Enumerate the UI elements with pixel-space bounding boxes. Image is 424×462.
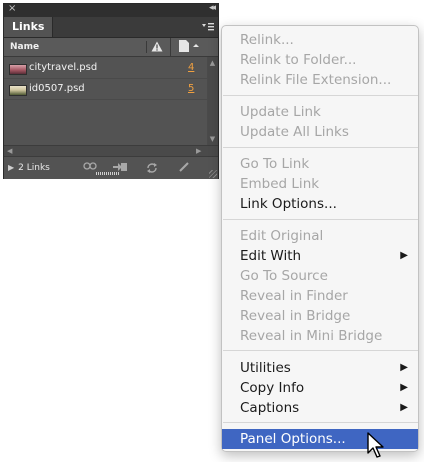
mouse-pointer-icon [367,432,384,458]
menu-item-relink[interactable]: Relink... [222,30,418,50]
page-number-link[interactable]: 5 [188,79,194,99]
menu-item-copy-info[interactable]: Copy Info ▶ [222,378,418,398]
menu-item-label: Edit With [240,248,302,264]
link-name: id0507.psd [29,83,85,94]
panel-context-menu: Relink... Relink to Folder... Relink Fil… [221,25,419,452]
menu-item-relink-file-extension[interactable]: Relink File Extension... [222,70,418,90]
panel-tab-strip: Links [4,17,218,38]
menu-item-utilities[interactable]: Utilities ▶ [222,358,418,378]
submenu-arrow-icon: ▶ [400,402,408,413]
menu-item-edit-original[interactable]: Edit Original [222,226,418,246]
menu-item-relink-to-folder[interactable]: Relink to Folder... [222,50,418,70]
close-panel-button[interactable]: × [8,3,16,14]
resize-grip-icon[interactable] [209,170,217,178]
menu-item-edit-with[interactable]: Edit With ▶ [222,246,418,266]
tab-links[interactable]: Links [4,17,54,37]
menu-item-embed-link[interactable]: Embed Link [222,174,418,194]
column-header: Name [4,38,218,57]
menu-separator [223,350,418,351]
scroll-down-arrow-icon[interactable]: ▼ [208,135,217,143]
page-number-link[interactable]: 4 [188,58,194,78]
edit-original-pencil-icon[interactable] [176,161,192,175]
warning-icon[interactable] [146,41,167,53]
menu-item-reveal-in-finder[interactable]: Reveal in Finder [222,286,418,306]
menu-item-label: Copy Info [240,380,305,396]
vertical-scrollbar[interactable]: ▲ ▼ [207,57,218,145]
link-count[interactable]: ▶ 2 Links [8,157,50,179]
menu-item-panel-options[interactable]: Panel Options... [222,429,418,449]
disclosure-triangle-icon[interactable]: ▶ [8,163,14,172]
panel-menu-icon[interactable] [201,21,215,33]
column-name-label[interactable]: Name [10,38,39,56]
menu-separator [223,95,418,96]
link-name: citytravel.psd [29,62,98,73]
submenu-arrow-icon: ▶ [400,362,408,373]
menu-item-link-options[interactable]: Link Options... [222,194,418,214]
menu-separator [223,219,418,220]
menu-item-captions[interactable]: Captions ▶ [222,398,418,418]
panel-title-bar: × ◂◂ [4,3,218,17]
links-list: citytravel.psd 4 id0507.psd 5 [4,57,207,145]
image-thumbnail [9,64,27,75]
menu-item-reveal-in-mini-bridge[interactable]: Reveal in Mini Bridge [222,326,418,346]
collapse-panel-button[interactable]: ◂◂ [209,3,216,13]
menu-item-reveal-in-bridge[interactable]: Reveal in Bridge [222,306,418,326]
menu-item-go-to-link[interactable]: Go To Link [222,154,418,174]
link-count-label: 2 Links [18,163,50,173]
menu-item-label: Utilities [240,360,291,376]
submenu-arrow-icon: ▶ [400,250,408,261]
menu-item-update-all-links[interactable]: Update All Links [222,122,418,142]
page-icon[interactable] [170,38,210,56]
links-panel: × ◂◂ Links Name citytravel.psd 4 id0507.… [3,3,219,179]
image-thumbnail [9,85,27,96]
menu-separator [223,147,418,148]
panel-footer: ▶ 2 Links [4,156,218,179]
list-item[interactable]: citytravel.psd 4 [4,58,207,79]
menu-item-update-link[interactable]: Update Link [222,102,418,122]
update-link-icon[interactable] [144,161,160,175]
panel-drag-handle[interactable] [96,172,120,175]
menu-item-label: Captions [240,400,300,416]
menu-item-go-to-source[interactable]: Go To Source [222,266,418,286]
submenu-arrow-icon: ▶ [400,382,408,393]
scroll-up-arrow-icon[interactable]: ▲ [208,59,217,67]
menu-separator [223,422,418,423]
list-item[interactable]: id0507.psd 5 [4,79,207,100]
